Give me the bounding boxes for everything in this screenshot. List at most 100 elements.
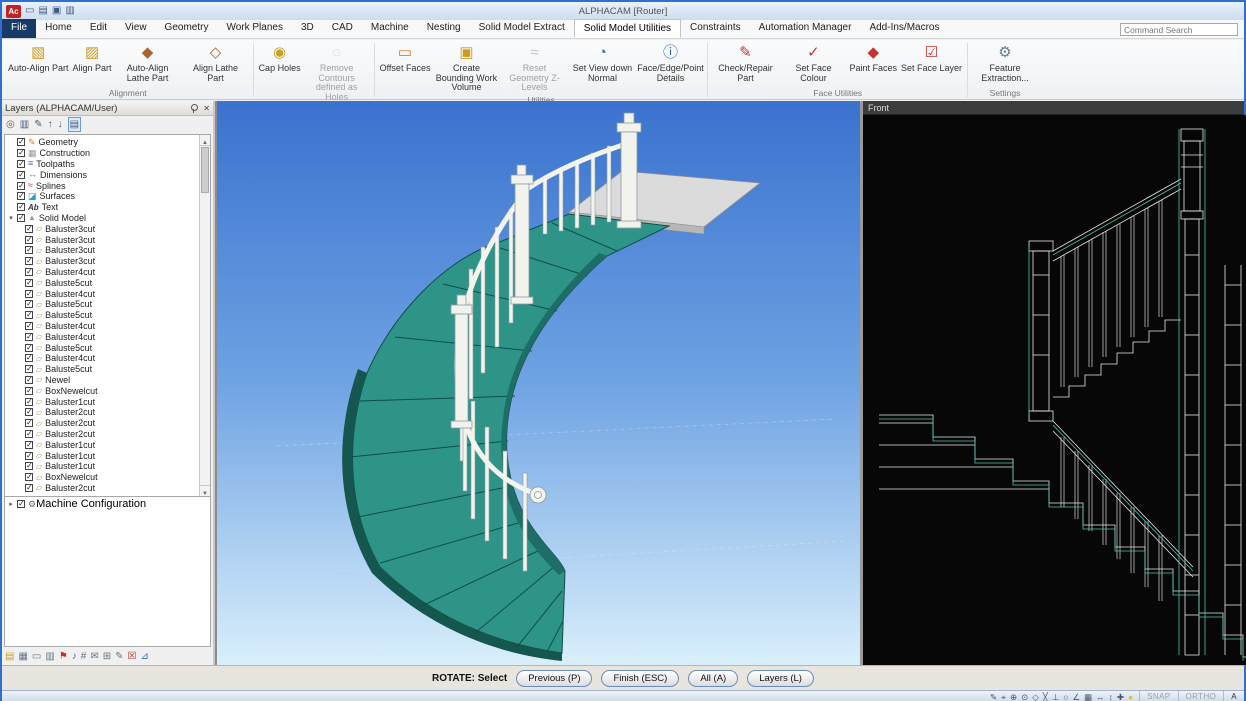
solid-model-layer-row[interactable]: Newel (7, 375, 198, 386)
layer-row[interactable]: Surfaces (7, 191, 198, 202)
solid-model-layer-row[interactable]: Baluster2cut (7, 418, 198, 429)
ribbon-button[interactable]: Cap Holes (257, 41, 303, 75)
collapse-icon[interactable] (7, 214, 15, 222)
solid-model-layer-row[interactable]: Baluster1cut (7, 450, 198, 461)
ribbon-button[interactable]: Auto-Align Lathe Part (114, 41, 182, 84)
layer-checkbox[interactable] (17, 138, 25, 146)
ortho-toggle[interactable]: ORTHO (1178, 691, 1224, 701)
edit-layer-icon[interactable]: ✎ (34, 118, 42, 131)
ribbon-button[interactable]: Feature Extraction... (971, 41, 1039, 84)
auto-toggle[interactable]: A (1223, 691, 1244, 701)
layer-checkbox[interactable] (25, 430, 33, 438)
new-layer-icon[interactable]: ▥ (20, 118, 29, 131)
page-icon[interactable]: ▭ (32, 650, 41, 663)
titlebar[interactable]: Ac ▭▤▣▥ ALPHACAM [Router] (2, 2, 1244, 20)
new-document-icon[interactable]: ▭ (25, 4, 34, 18)
main-viewport[interactable] (217, 101, 860, 665)
ribbon-button[interactable]: Set Face Colour (779, 41, 847, 84)
layer-checkbox[interactable] (25, 300, 33, 308)
ribbon-button[interactable]: Align Part (71, 41, 114, 75)
layer-checkbox[interactable] (17, 171, 25, 179)
tab-home[interactable]: Home (36, 19, 81, 38)
layer-row[interactable]: Text (7, 202, 198, 213)
layer-checkbox[interactable] (25, 333, 33, 341)
ribbon-button[interactable]: Remove Contours defined as Holes (303, 41, 371, 103)
ribbon-button[interactable]: Check/Repair Part (711, 41, 779, 84)
layer-checkbox[interactable] (25, 322, 33, 330)
layer-checkbox[interactable] (25, 279, 33, 287)
hatch-icon[interactable]: # (81, 650, 87, 663)
tab-view[interactable]: View (116, 19, 156, 38)
layer-checkbox[interactable] (25, 365, 33, 373)
solid-model-layer-row[interactable]: BoxNewelcut (7, 472, 198, 483)
solid-model-layer-row[interactable]: Baluster3cut (7, 256, 198, 267)
tab-geometry[interactable]: Geometry (156, 19, 218, 38)
layer-checkbox[interactable] (25, 257, 33, 265)
layer-row-solid-model[interactable]: Solid Model (7, 213, 198, 224)
solid-model-layer-row[interactable]: Baluster3cut (7, 245, 198, 256)
previous-button[interactable]: Previous (P) (516, 670, 592, 687)
z-levels-icon[interactable]: ▤ (68, 117, 81, 132)
solid-model-layer-row[interactable]: Baluste5cut (7, 342, 198, 353)
tab-nesting[interactable]: Nesting (418, 19, 470, 38)
layer-checkbox[interactable] (25, 344, 33, 352)
open-icon[interactable]: ▤ (38, 4, 47, 18)
solid-model-layer-row[interactable]: Baluster4cut (7, 267, 198, 278)
layer-row[interactable]: Splines (7, 180, 198, 191)
layer-checkbox[interactable] (25, 408, 33, 416)
pen-icon[interactable]: ✎ (115, 650, 123, 663)
ribbon-button[interactable]: Offset Faces (378, 41, 433, 75)
layer-checkbox[interactable] (25, 246, 33, 254)
tab-work-planes[interactable]: Work Planes (217, 19, 292, 38)
draw-icon[interactable]: ✎ (990, 692, 997, 701)
layer-row[interactable]: Geometry (7, 137, 198, 148)
solid-model-layer-row[interactable]: Baluste5cut (7, 299, 198, 310)
layer-sheet-icon[interactable]: ▤ (5, 650, 14, 663)
solid-model-layer-row[interactable]: Baluster2cut (7, 429, 198, 440)
ribbon-button[interactable]: Align Lathe Part (182, 41, 250, 84)
grid-icon[interactable]: ▦ (18, 650, 27, 663)
mail-icon[interactable]: ✉ (90, 650, 98, 663)
layer-checkbox[interactable] (25, 419, 33, 427)
ribbon-button[interactable]: Create Bounding Work Volume (432, 41, 500, 94)
layer-checkbox[interactable] (25, 225, 33, 233)
tab-3d[interactable]: 3D (292, 19, 323, 38)
ribbon-button[interactable]: Reset Geometry Z-Levels (500, 41, 568, 94)
tab-solid-model-extract[interactable]: Solid Model Extract (470, 19, 574, 38)
ribbon-button[interactable]: Face/Edge/Point Details (636, 41, 704, 84)
panel-icon[interactable]: ▥ (45, 650, 54, 663)
app-logo-icon[interactable]: Ac (6, 5, 21, 18)
layer-checkbox[interactable] (25, 354, 33, 362)
layers-panel-titlebar[interactable]: Layers (ALPHACAM/User) (2, 101, 213, 116)
layer-checkbox[interactable] (17, 182, 25, 190)
save-icon[interactable]: ▣ (52, 4, 61, 18)
pin-icon[interactable] (190, 104, 199, 113)
layer-row[interactable]: Dimensions (7, 169, 198, 180)
snap-quadrant-icon[interactable]: ◇ (1032, 692, 1039, 701)
tab-machine[interactable]: Machine (362, 19, 418, 38)
front-viewport[interactable]: Front (863, 101, 1244, 665)
layer-checkbox[interactable] (17, 214, 25, 222)
move-down-icon[interactable]: ↓ (58, 118, 63, 131)
layer-checkbox[interactable] (17, 203, 25, 211)
layer-checkbox[interactable] (25, 387, 33, 395)
layer-checkbox[interactable] (25, 473, 33, 481)
solid-model-layer-row[interactable]: Baluster4cut (7, 353, 198, 364)
move-up-icon[interactable]: ↑ (48, 118, 53, 131)
solid-model-layer-row[interactable]: Baluster2cut (7, 483, 198, 494)
close-icon[interactable] (203, 102, 210, 114)
notes-icon[interactable]: ♪ (72, 650, 77, 663)
finish-button[interactable]: Finish (ESC) (601, 670, 679, 687)
tab-add-ins-macros[interactable]: Add-Ins/Macros (860, 19, 948, 38)
layer-checkbox[interactable] (25, 236, 33, 244)
solid-model-layer-row[interactable]: BoxNewelcut (7, 385, 198, 396)
layer-checkbox[interactable] (25, 290, 33, 298)
layer-checkbox[interactable] (25, 398, 33, 406)
tab-file[interactable]: File (2, 19, 36, 38)
grid-snap-icon[interactable]: ▦ (1084, 692, 1092, 701)
layers-button[interactable]: Layers (L) (747, 670, 814, 687)
layer-row[interactable]: Toolpaths (7, 159, 198, 170)
find-layer-icon[interactable]: ◎ (6, 118, 15, 131)
tab-solid-model-utilities[interactable]: Solid Model Utilities (574, 19, 681, 38)
layer-checkbox[interactable] (25, 452, 33, 460)
